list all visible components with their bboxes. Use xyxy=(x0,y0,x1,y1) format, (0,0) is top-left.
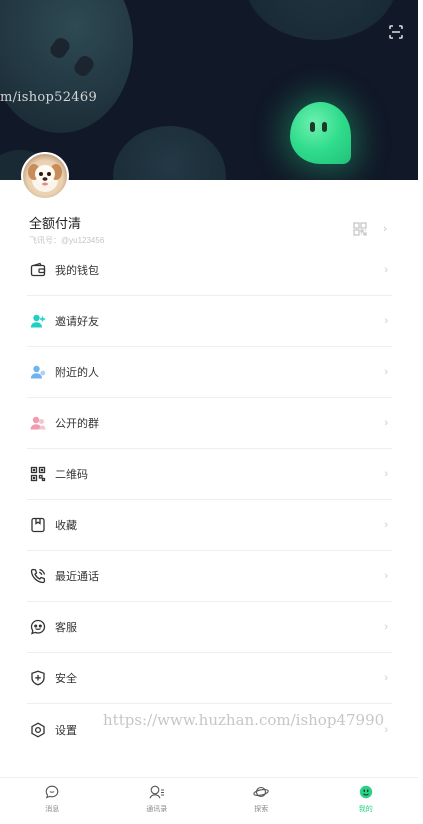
chevron-right-icon: › xyxy=(384,315,388,327)
menu-item-label: 公开的群 xyxy=(55,418,99,430)
menu-item-label: 收藏 xyxy=(55,520,77,532)
decorative-blob xyxy=(246,0,396,40)
menu-item-customer-service[interactable]: 客服 › xyxy=(27,602,392,653)
chevron-right-icon: › xyxy=(384,723,388,736)
qr-code-icon xyxy=(29,465,47,483)
chevron-right-icon: › xyxy=(384,519,388,531)
menu-item-label: 客服 xyxy=(55,622,77,634)
tab-messages[interactable]: 消息 xyxy=(0,778,105,824)
avatar[interactable] xyxy=(21,152,69,200)
menu-item-label: 邀请好友 xyxy=(55,316,99,328)
shield-icon xyxy=(29,669,47,687)
menu-item-public-group[interactable]: 公开的群 › xyxy=(27,398,392,449)
menu-item-label: 安全 xyxy=(55,673,77,685)
tab-label: 消息 xyxy=(45,806,60,813)
bottom-tab-bar: 消息 通讯录 探索 我的 xyxy=(0,777,418,824)
chevron-right-icon: › xyxy=(384,468,388,480)
watermark-text: m/ishop52469 xyxy=(0,90,98,105)
planet-icon xyxy=(253,784,269,800)
nearby-people-icon xyxy=(29,363,47,381)
mascot-illustration xyxy=(290,102,351,164)
profile-chevron-icon: › xyxy=(383,222,388,235)
decorative-blob xyxy=(0,0,133,133)
tab-label: 我的 xyxy=(358,806,373,813)
qr-code-icon xyxy=(353,222,367,236)
menu-item-qr-code[interactable]: 二维码 › xyxy=(27,449,392,500)
tab-contacts[interactable]: 通讯录 xyxy=(105,778,210,824)
menu-item-nearby-people[interactable]: 附近的人 › xyxy=(27,347,392,398)
public-group-icon xyxy=(29,414,47,432)
menu-item-label: 最近通话 xyxy=(55,571,99,583)
menu-item-label: 我的钱包 xyxy=(55,265,99,277)
message-icon xyxy=(44,784,60,800)
chevron-right-icon: › xyxy=(384,366,388,378)
phone-icon xyxy=(29,567,47,585)
tab-label: 通讯录 xyxy=(146,806,168,813)
chevron-right-icon: › xyxy=(384,621,388,633)
customer-service-icon xyxy=(29,618,47,636)
menu-list: 我的钱包 › 邀请好友 › 附近的人 › 公开的群 › 二维码 › 收藏 › 最… xyxy=(27,245,392,755)
tab-explore[interactable]: 探索 xyxy=(209,778,314,824)
chevron-right-icon: › xyxy=(384,672,388,684)
menu-item-security[interactable]: 安全 › xyxy=(27,653,392,704)
page-edge xyxy=(418,0,423,824)
wallet-icon xyxy=(29,261,47,279)
scan-icon xyxy=(389,25,403,39)
settings-icon xyxy=(29,721,47,739)
menu-item-recent-calls[interactable]: 最近通话 › xyxy=(27,551,392,602)
menu-item-label: 附近的人 xyxy=(55,367,99,379)
decorative-blob xyxy=(113,126,226,180)
profile-qr-button[interactable] xyxy=(353,222,367,236)
scan-button[interactable] xyxy=(385,21,407,43)
menu-item-invite-friend[interactable]: 邀请好友 › xyxy=(27,296,392,347)
bookmark-icon xyxy=(29,516,47,534)
invite-friend-icon xyxy=(29,312,47,330)
chevron-right-icon: › xyxy=(384,570,388,582)
watermark-text: https://www.huzhan.com/ishop47990 xyxy=(103,711,385,729)
profile-name: 全额付清 xyxy=(29,216,82,231)
puppy-avatar-icon xyxy=(28,164,62,192)
me-icon xyxy=(358,784,374,800)
menu-item-wallet[interactable]: 我的钱包 › xyxy=(27,245,392,296)
menu-item-favorites[interactable]: 收藏 › xyxy=(27,500,392,551)
tab-me[interactable]: 我的 xyxy=(314,778,419,824)
chevron-right-icon: › xyxy=(384,264,388,276)
menu-item-label: 二维码 xyxy=(55,469,88,481)
contacts-icon xyxy=(149,784,165,800)
menu-item-label: 设置 xyxy=(55,724,77,737)
tab-label: 探索 xyxy=(254,806,269,813)
profile-header-banner: m/ishop52469 xyxy=(0,0,418,180)
chevron-right-icon: › xyxy=(384,417,388,429)
